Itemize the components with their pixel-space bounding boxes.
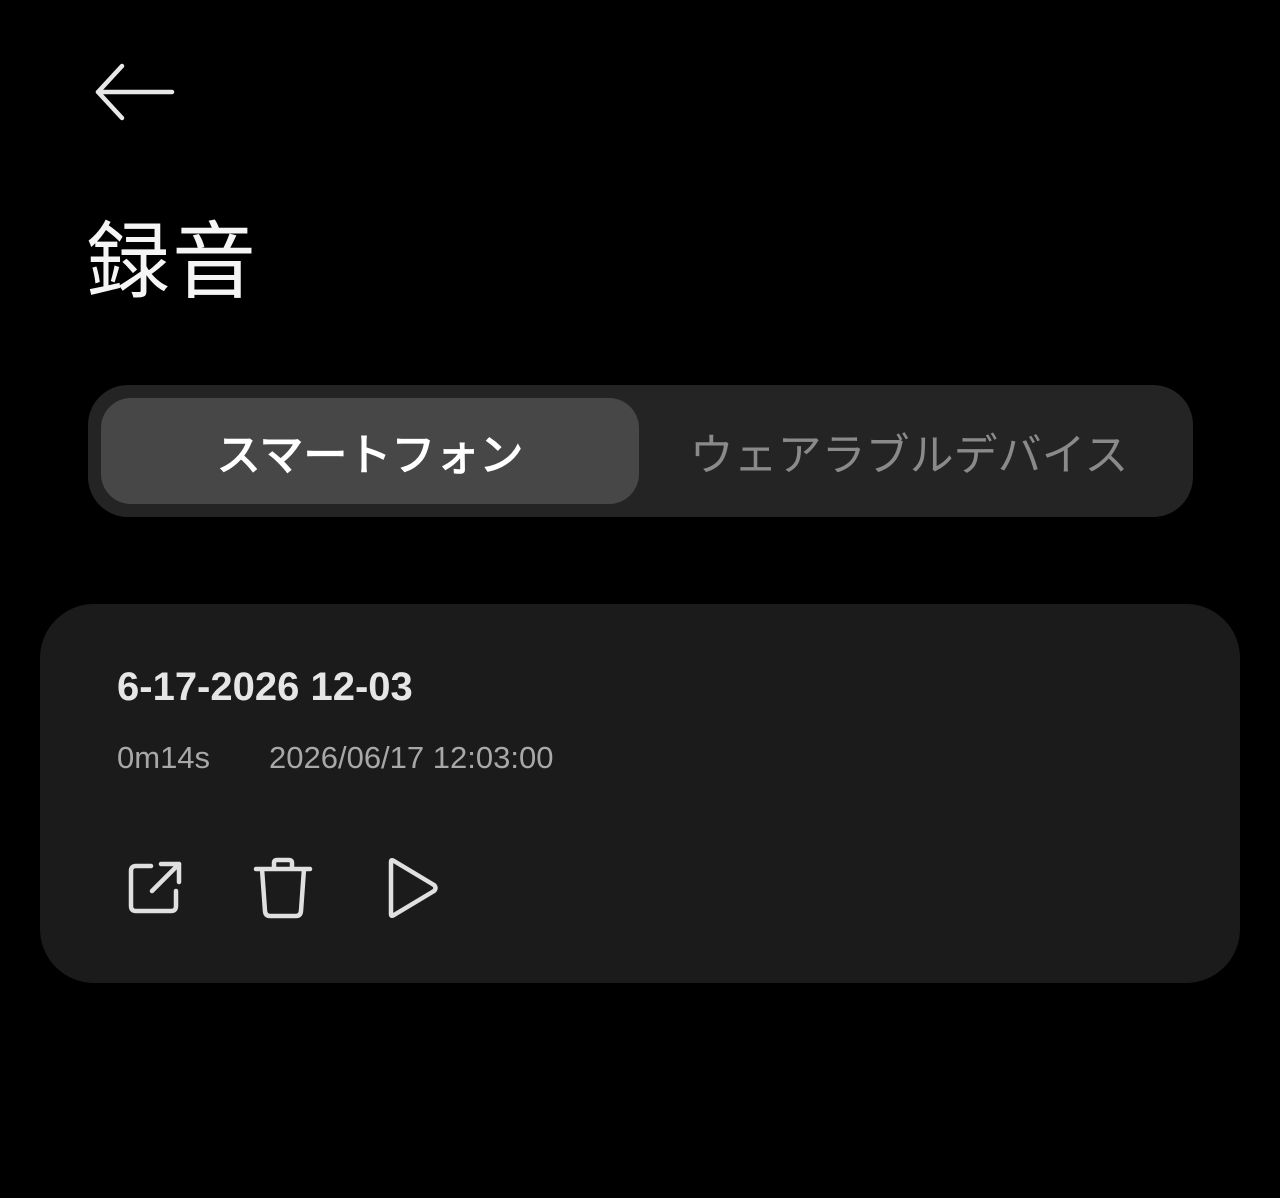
recording-datetime: 2026/06/17 12:03:00	[269, 740, 554, 775]
device-segmented-control: スマートフォン ウェアラブルデバイス	[88, 385, 1193, 517]
tab-smartphone[interactable]: スマートフォン	[101, 398, 639, 504]
play-icon	[382, 856, 442, 924]
recording-name: 6-17-2026 12-03	[117, 665, 413, 709]
share-button[interactable]	[115, 850, 195, 930]
tab-wearable-device[interactable]: ウェアラブルデバイス	[639, 398, 1179, 504]
back-button[interactable]	[84, 56, 184, 132]
arrow-left-icon	[92, 62, 176, 126]
page-title: 録音	[86, 213, 259, 311]
recording-card[interactable]: 6-17-2026 12-03 0m14s 2026/06/17 12:03:0…	[40, 604, 1240, 983]
delete-button[interactable]	[243, 850, 323, 930]
share-icon	[124, 857, 186, 923]
trash-icon	[252, 855, 314, 925]
play-button[interactable]	[372, 850, 452, 930]
recording-duration: 0m14s	[117, 740, 211, 775]
